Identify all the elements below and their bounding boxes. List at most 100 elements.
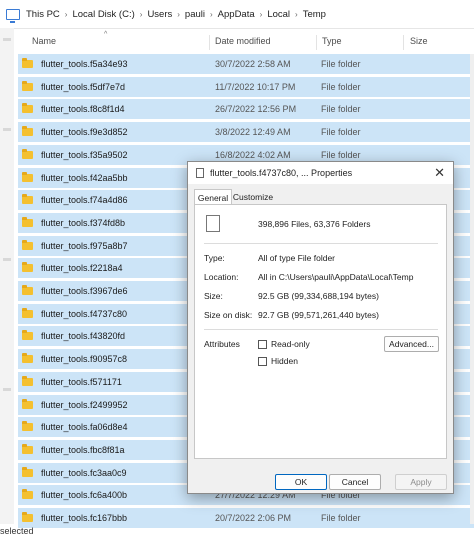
- read-only-checkbox[interactable]: Read-only: [258, 339, 310, 349]
- column-date-modified[interactable]: Date modified: [215, 36, 271, 46]
- ok-button[interactable]: OK: [275, 474, 327, 490]
- type-label: Type:: [204, 253, 225, 263]
- breadcrumb: This PC › Local Disk (C:) › Users › pauli › AppD…: [26, 9, 326, 20]
- item-name: flutter_tools.f9e3d852: [41, 127, 128, 138]
- folder-icon: [22, 126, 33, 137]
- column-name[interactable]: Name: [32, 36, 56, 46]
- chevron-right-icon[interactable]: ›: [65, 10, 68, 19]
- list-item[interactable]: flutter_tools.f5df7e7d 11/7/2022 10:17 PM…: [18, 76, 474, 97]
- cancel-button[interactable]: Cancel: [329, 474, 381, 490]
- status-bar-text: selected: [0, 526, 34, 536]
- column-size[interactable]: Size: [410, 36, 428, 46]
- item-type: File folder: [321, 59, 361, 69]
- item-name: flutter_tools.f35a9502: [41, 149, 128, 160]
- item-date: 26/7/2022 12:56 PM: [215, 104, 297, 115]
- close-icon[interactable]: ✕: [434, 165, 445, 181]
- document-icon: [196, 168, 204, 178]
- folder-icon: [22, 466, 33, 477]
- item-name: flutter_tools.f5a34e93: [41, 59, 128, 69]
- summary-text: 398,896 Files, 63,376 Folders: [258, 219, 371, 229]
- item-type: File folder: [321, 513, 361, 523]
- folder-icon: [22, 148, 33, 159]
- item-type: File folder: [321, 81, 361, 92]
- advanced-button[interactable]: Advanced...: [384, 336, 439, 352]
- item-name: flutter_tools.fc3aa0c9: [41, 467, 127, 478]
- scrollbar[interactable]: [470, 54, 474, 524]
- breadcrumb-item[interactable]: pauli: [185, 9, 205, 20]
- size-on-disk-value: 92.7 GB (99,571,261,440 bytes): [258, 310, 379, 320]
- chevron-right-icon[interactable]: ›: [140, 10, 143, 19]
- general-panel: 398,896 Files, 63,376 Folders Type: All …: [194, 204, 447, 459]
- size-value: 92.5 GB (99,334,688,194 bytes): [258, 291, 379, 301]
- item-type: File folder: [321, 127, 361, 138]
- folder-icon: [22, 421, 33, 432]
- folder-icon: [22, 58, 33, 68]
- dialog-title: flutter_tools.f4737c80, ... Properties: [210, 168, 353, 178]
- address-bar[interactable]: This PC › Local Disk (C:) › Users › pauli › AppD…: [0, 0, 474, 29]
- chevron-right-icon[interactable]: ›: [210, 10, 213, 19]
- folder-icon: [22, 194, 33, 205]
- item-name: flutter_tools.f43820fd: [41, 331, 126, 342]
- item-name: flutter_tools.f571171: [41, 376, 122, 387]
- location-value: All in C:\Users\pauli\AppData\Local\Temp: [258, 272, 414, 282]
- folder-icon: [22, 262, 33, 273]
- folder-icon: [22, 171, 33, 182]
- navigation-pane-strip: [0, 28, 14, 524]
- item-type: File folder: [321, 149, 361, 160]
- this-pc-icon: [6, 8, 20, 23]
- folder-icon: [22, 443, 33, 454]
- read-only-label: Read-only: [271, 339, 310, 349]
- type-value: All of type File folder: [258, 253, 336, 263]
- item-name: flutter_tools.f90957c8: [41, 354, 128, 365]
- item-name: flutter_tools.f3967de6: [41, 286, 128, 296]
- item-name: flutter_tools.fa06d8e4: [41, 422, 128, 433]
- chevron-right-icon[interactable]: ›: [177, 10, 180, 19]
- item-name: flutter_tools.f4737c80: [41, 308, 128, 319]
- item-name: flutter_tools.fc167bbb: [41, 513, 128, 523]
- breadcrumb-item[interactable]: Users: [147, 9, 172, 20]
- item-name: flutter_tools.f8c8f1d4: [41, 104, 125, 115]
- item-name: flutter_tools.f74a4d86: [41, 195, 128, 206]
- chevron-right-icon[interactable]: ›: [295, 10, 298, 19]
- column-type[interactable]: Type: [322, 36, 342, 46]
- item-name: flutter_tools.fc6a400b: [41, 490, 128, 501]
- size-label: Size:: [204, 291, 223, 301]
- item-name: flutter_tools.f2499952: [41, 399, 128, 410]
- item-date: 3/8/2022 12:49 AM: [215, 127, 291, 138]
- item-name: flutter_tools.f42aa5bb: [41, 172, 128, 183]
- apply-button[interactable]: Apply: [395, 474, 447, 490]
- location-label: Location:: [204, 272, 239, 282]
- folder-icon: [22, 285, 33, 295]
- folder-icon: [22, 330, 33, 341]
- item-date: 11/7/2022 10:17 PM: [215, 81, 296, 92]
- breadcrumb-item[interactable]: Local: [267, 9, 290, 20]
- breadcrumb-item[interactable]: Temp: [303, 9, 326, 20]
- list-item[interactable]: flutter_tools.f9e3d852 3/8/2022 12:49 AM F…: [18, 122, 474, 143]
- checkbox-box[interactable]: [258, 339, 267, 349]
- folder-icon: [22, 307, 33, 318]
- tab-customize[interactable]: Customize: [232, 189, 274, 205]
- hidden-label: Hidden: [271, 356, 298, 366]
- item-name: flutter_tools.f2218a4: [41, 263, 123, 274]
- folder-icon: [22, 353, 33, 364]
- list-item[interactable]: flutter_tools.f8c8f1d4 26/7/2022 12:56 PM…: [18, 99, 474, 120]
- breadcrumb-item[interactable]: Local Disk (C:): [72, 9, 134, 20]
- folder-icon: [22, 489, 33, 500]
- breadcrumb-item[interactable]: This PC: [26, 9, 60, 20]
- folder-icon: [22, 375, 33, 386]
- list-item[interactable]: flutter_tools.f5a34e93 30/7/2022 2:58 AM F…: [18, 54, 474, 74]
- item-date: 30/7/2022 2:58 AM: [215, 59, 291, 69]
- checkbox-box[interactable]: [258, 356, 267, 366]
- item-date: 20/7/2022 2:06 PM: [215, 513, 292, 523]
- list-item[interactable]: flutter_tools.fc167bbb 20/7/2022 2:06 PM F…: [18, 508, 474, 528]
- multiple-files-icon: [206, 212, 224, 232]
- breadcrumb-item[interactable]: AppData: [218, 9, 255, 20]
- item-name: flutter_tools.f975a8b7: [41, 240, 128, 251]
- column-header: ^ Name Date modified Type Size: [14, 31, 474, 53]
- folder-icon: [22, 216, 33, 227]
- item-name: flutter_tools.fbc8f81a: [41, 444, 125, 455]
- chevron-right-icon[interactable]: ›: [260, 10, 263, 19]
- item-name: flutter_tools.f5df7e7d: [41, 81, 126, 92]
- dialog-title-bar[interactable]: flutter_tools.f4737c80, ... Properties ✕: [188, 162, 453, 184]
- hidden-checkbox[interactable]: Hidden: [258, 356, 298, 366]
